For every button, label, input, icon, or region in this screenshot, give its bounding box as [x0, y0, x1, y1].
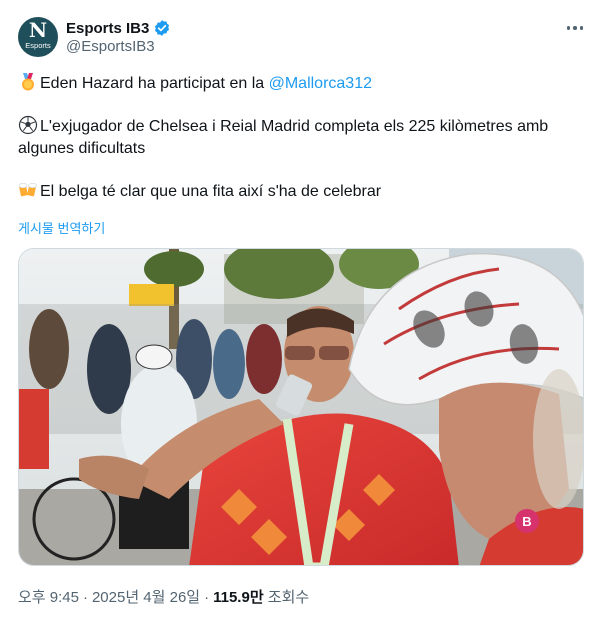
- soccer-ball-icon: [18, 115, 38, 135]
- tweet-text-2: L'exjugador de Chelsea i Reial Madrid co…: [18, 118, 549, 157]
- medal-icon: [18, 72, 38, 92]
- tweet-line-3: El belga té clar que una fita així s'ha …: [18, 180, 588, 203]
- tweet-time[interactable]: 오후 9:45: [18, 589, 79, 606]
- translate-post-link[interactable]: 게시물 번역하기: [18, 218, 105, 237]
- tweet-line-2: L'exjugador de Chelsea i Reial Madrid co…: [18, 115, 588, 160]
- avatar-letter: N: [28, 18, 48, 42]
- author-display-name[interactable]: Esports IB3: [66, 20, 149, 37]
- tweet-text-3: El belga té clar que una fita així s'ha …: [40, 183, 382, 200]
- tweet-line-1: Eden Hazard ha participat en la @Mallorc…: [18, 72, 588, 95]
- tweet-media-video[interactable]: B: [18, 248, 584, 566]
- author-name-row: Esports IB3: [66, 18, 171, 38]
- tweet-body: Eden Hazard ha participat en la @Mallorc…: [18, 72, 588, 223]
- mention-link[interactable]: @Mallorca312: [269, 75, 372, 92]
- video-still-image: B: [19, 249, 583, 565]
- views-label: 조회수: [267, 589, 310, 606]
- tweet-date[interactable]: 2025년 4월 26일: [92, 589, 200, 606]
- more-options-icon[interactable]: [562, 18, 588, 38]
- author-handle[interactable]: @EsportsIB3: [66, 38, 155, 55]
- tweet-meta: 오후 9:45 · 2025년 4월 26일 · 115.9만 조회수: [18, 586, 309, 607]
- meta-separator-1: ·: [82, 589, 88, 606]
- tweet-text-1: Eden Hazard ha participat en la: [40, 75, 269, 92]
- verified-badge-icon: [153, 19, 171, 37]
- avatar-caption: Esports: [25, 41, 51, 50]
- author-avatar[interactable]: N Esports: [18, 17, 58, 57]
- tweet-card: N Esports Esports IB3 @EsportsIB3 Eden H…: [0, 0, 603, 622]
- views-count: 115.9만: [213, 589, 264, 606]
- beer-mugs-icon: [18, 180, 38, 200]
- svg-text:B: B: [522, 514, 531, 529]
- meta-separator-2: ·: [204, 589, 210, 606]
